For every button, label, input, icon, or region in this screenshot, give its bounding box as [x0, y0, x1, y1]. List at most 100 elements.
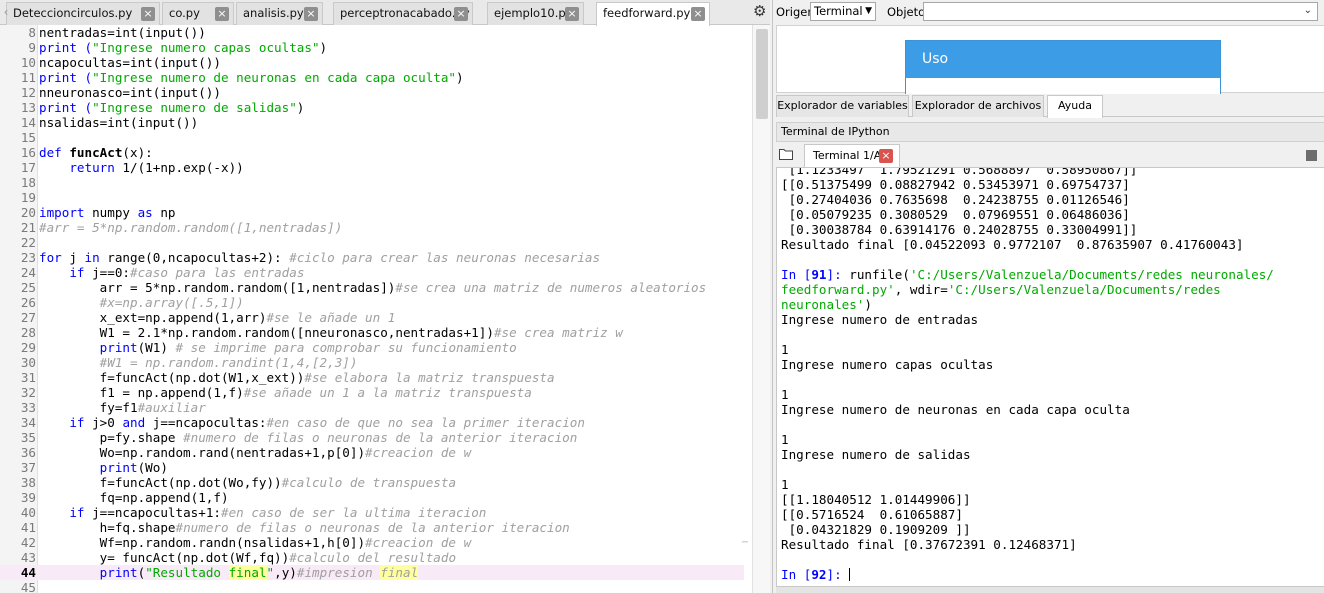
- line-number: 25: [20, 280, 36, 295]
- tab-co[interactable]: co.py ×: [162, 2, 234, 25]
- code-line[interactable]: 13 print ("Ingrese numero de salidas"): [0, 100, 744, 115]
- line-number: 8: [28, 25, 36, 40]
- close-icon[interactable]: ×: [879, 149, 893, 163]
- code-line[interactable]: 8 nentradas=int(input()): [0, 25, 744, 40]
- close-icon[interactable]: ×: [215, 7, 229, 21]
- console-line: neuronales'): [781, 297, 872, 312]
- code-line[interactable]: 45: [0, 580, 744, 593]
- ipython-console[interactable]: [1.1233497 1.79521291 0.5688897 0.589508…: [776, 167, 1324, 587]
- close-icon[interactable]: ×: [565, 7, 579, 21]
- code-text: arr = 5*np.random.random([1,nentradas])#…: [39, 280, 707, 295]
- code-line[interactable]: 22: [0, 235, 744, 250]
- stop-icon[interactable]: [1306, 150, 1317, 161]
- line-number: 19: [20, 190, 36, 205]
- code-line[interactable]: 20 import numpy as np: [0, 205, 744, 220]
- tab-ejemplo10[interactable]: ejemplo10.py ×: [487, 2, 584, 25]
- code-line[interactable]: 15: [0, 130, 744, 145]
- code-line[interactable]: 31 f=funcAct(np.dot(W1,x_ext))#se elabor…: [0, 370, 744, 385]
- code-text: f1 = np.append(1,f)#se añade un 1 a la m…: [39, 385, 532, 400]
- tab-analisis[interactable]: analisis.py ×: [236, 2, 323, 25]
- line-number: 10: [20, 55, 36, 70]
- line-number: 14: [20, 115, 36, 130]
- close-icon[interactable]: ×: [454, 7, 468, 21]
- console-line: [[0.51375499 0.08827942 0.53453971 0.697…: [781, 177, 1130, 192]
- code-line[interactable]: 44 print("Resultado final",y)#impresion …: [0, 565, 744, 580]
- code-line[interactable]: 43 y= funcAct(np.dot(Wf,fq))#calculo del…: [0, 550, 744, 565]
- line-number: 30: [20, 355, 36, 370]
- code-line[interactable]: 10 ncapocultas=int(input()): [0, 55, 744, 70]
- close-icon[interactable]: ×: [304, 7, 318, 21]
- code-line[interactable]: 42 Wf=np.random.randn(nsalidas+1,h[0])#c…: [0, 535, 744, 550]
- code-line[interactable]: 34 if j>0 and j==ncapocultas:#en caso de…: [0, 415, 744, 430]
- line-number: 41: [20, 520, 36, 535]
- code-line[interactable]: 12 nneuronasco=int(input()): [0, 85, 744, 100]
- object-input[interactable]: ⌄: [923, 2, 1318, 21]
- code-line[interactable]: 18: [0, 175, 744, 190]
- code-line[interactable]: 16 def funcAct(x):: [0, 145, 744, 160]
- line-number: 28: [20, 325, 36, 340]
- code-line[interactable]: 35 p=fy.shape #numero de filas o neurona…: [0, 430, 744, 445]
- folder-icon[interactable]: [779, 148, 793, 160]
- code-line[interactable]: 27 x_ext=np.append(1,arr)#se le añade un…: [0, 310, 744, 325]
- code-line[interactable]: 33 fy=f1#auxiliar: [0, 400, 744, 415]
- code-line[interactable]: 9 print ("Ingrese numero capas ocultas"): [0, 40, 744, 55]
- code-line[interactable]: 36 Wo=np.random.rand(nentradas+1,p[0])#c…: [0, 445, 744, 460]
- code-line[interactable]: 25 arr = 5*np.random.random([1,nentradas…: [0, 280, 744, 295]
- code-line[interactable]: 11 print ("Ingrese numero de neuronas en …: [0, 70, 744, 85]
- code-line[interactable]: 23 for j in range(0,ncapocultas+2): #cicl…: [0, 250, 744, 265]
- console-tab-bar: Terminal 1/A ×: [776, 143, 1324, 167]
- code-text: y= funcAct(np.dot(Wf,fq))#calculo del re…: [39, 550, 457, 565]
- console-line: feedforward.py', wdir='C:/Users/Valenzue…: [781, 282, 1221, 297]
- code-text: nentradas=int(input()): [39, 25, 206, 40]
- close-icon[interactable]: ×: [691, 7, 705, 21]
- line-number: 35: [20, 430, 36, 445]
- tab-perceptronacabado[interactable]: perceptronacabado.py ×: [333, 2, 473, 25]
- line-number: 21: [20, 220, 36, 235]
- code-editor[interactable]: 8 nentradas=int(input()) 9 print ("Ingrese …: [0, 25, 744, 593]
- line-number: 12: [20, 85, 36, 100]
- tab-variable-explorer[interactable]: Explorador de variables: [776, 95, 909, 117]
- source-select[interactable]: Terminal ▼: [810, 2, 876, 21]
- code-line[interactable]: 32 f1 = np.append(1,f)#se añade un 1 a l…: [0, 385, 744, 400]
- code-line[interactable]: 41 h=fq.shape#numero de filas o neuronas…: [0, 520, 744, 535]
- console-line: In [92]:: [781, 567, 851, 582]
- line-number: 13: [20, 100, 36, 115]
- code-line[interactable]: 38 f=funcAct(np.dot(Wo,fy))#calculo de t…: [0, 475, 744, 490]
- tab-label: perceptronacabado.py: [340, 6, 470, 20]
- code-line[interactable]: 14 nsalidas=int(input()): [0, 115, 744, 130]
- pane-tab-bar: Explorador de variables Explorador de ar…: [776, 94, 1324, 118]
- code-line[interactable]: 21 #arr = 5*np.random.random([1,nentradas…: [0, 220, 744, 235]
- tab-scroll-left-icon[interactable]: ‹: [0, 5, 12, 20]
- code-text: return 1/(1+np.exp(-x)): [69, 160, 244, 175]
- code-line[interactable]: 40 if j==ncapocultas+1:#en caso de ser l…: [0, 505, 744, 520]
- gear-icon[interactable]: ⚙: [753, 3, 766, 20]
- tab-deteccioncirculos[interactable]: Deteccioncirculos.py ×: [6, 2, 160, 25]
- chevron-down-icon[interactable]: ⌄: [1304, 5, 1312, 16]
- code-line[interactable]: 17 return 1/(1+np.exp(-x)): [0, 160, 744, 175]
- code-line[interactable]: 24 if j==0:#caso para las entradas: [0, 265, 744, 280]
- tab-file-explorer[interactable]: Explorador de archivos: [912, 95, 1044, 117]
- editor-scrollbar-thumb[interactable]: [756, 29, 768, 119]
- line-number: 24: [20, 265, 36, 280]
- code-line[interactable]: 29 print(W1) # se imprime para comprobar…: [0, 340, 744, 355]
- code-line[interactable]: 19: [0, 190, 744, 205]
- line-number: 18: [20, 175, 36, 190]
- tab-terminal-1a[interactable]: Terminal 1/A ×: [804, 144, 900, 167]
- code-text: print ("Ingrese numero de salidas"): [39, 100, 305, 115]
- chevron-down-icon: ▼: [865, 6, 872, 16]
- editor-scrollbar[interactable]: [752, 25, 770, 593]
- code-line[interactable]: 26 #x=np.array([.5,1]): [0, 295, 744, 310]
- code-line[interactable]: 37 print(Wo): [0, 460, 744, 475]
- code-line[interactable]: 30 #W1 = np.random.randint(1,4,[2,3]): [0, 355, 744, 370]
- code-text: print("Resultado final",y)#impresion fin…: [99, 565, 419, 580]
- code-text: #x=np.array([.5,1]): [99, 295, 244, 310]
- tab-help[interactable]: Ayuda: [1047, 95, 1103, 118]
- status-strip: [776, 587, 1324, 593]
- code-line[interactable]: 28 W1 = 2.1*np.random.random([nneuronasc…: [0, 325, 744, 340]
- edge-marker: ⋯: [742, 537, 749, 548]
- console-line: Ingrese numero de salidas: [781, 447, 971, 462]
- code-text: nneuronasco=int(input()): [39, 85, 221, 100]
- code-line[interactable]: 39 fq=np.append(1,f): [0, 490, 744, 505]
- close-icon[interactable]: ×: [141, 7, 155, 21]
- tab-feedforward[interactable]: feedforward.py ×: [596, 2, 710, 26]
